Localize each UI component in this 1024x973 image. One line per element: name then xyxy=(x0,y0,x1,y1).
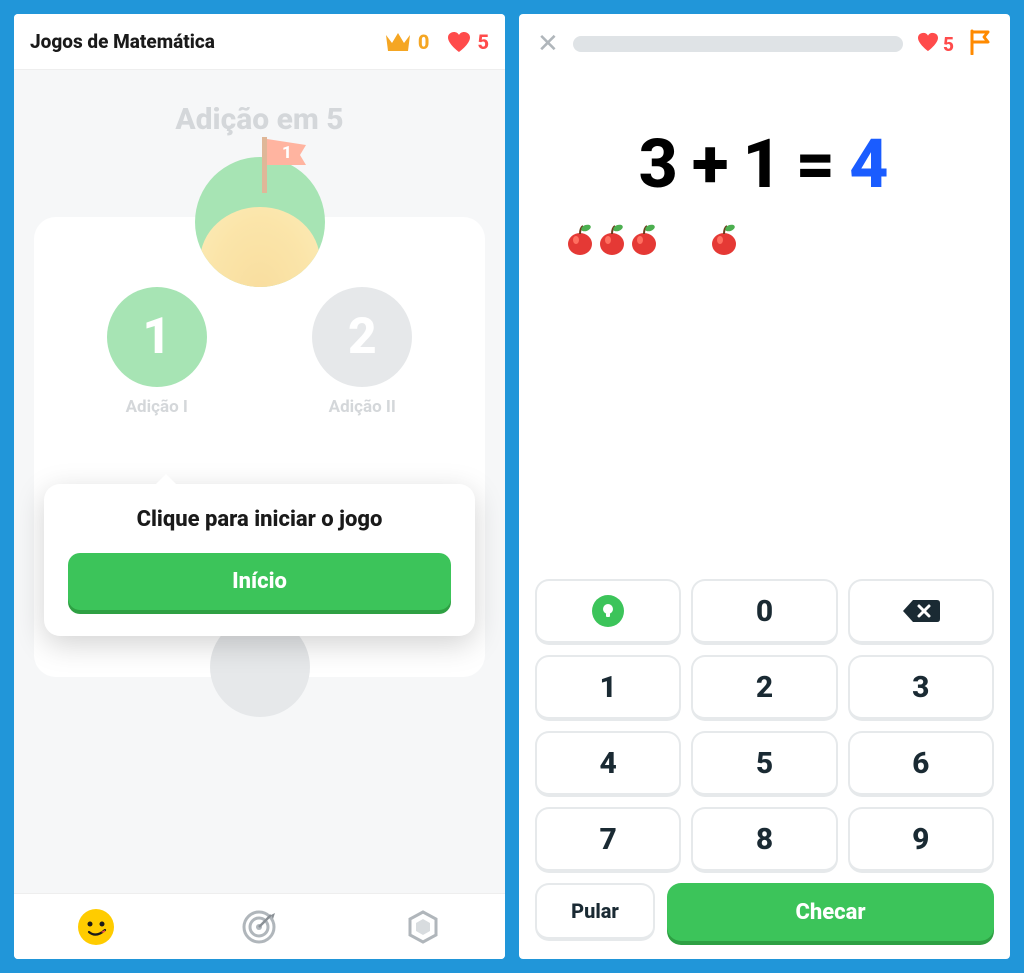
start-popover: Clique para iniciar o jogo Início xyxy=(44,484,475,636)
operand-b: 1 xyxy=(743,124,784,204)
levels-row-1: 1 Adição I 2 Adição II xyxy=(34,287,485,417)
backspace-button[interactable] xyxy=(848,579,994,645)
close-icon[interactable]: ✕ xyxy=(537,29,559,59)
key-6[interactable]: 6 xyxy=(848,731,994,797)
flag-number: 1 xyxy=(282,143,292,163)
home-screen: Jogos de Matemática 0 5 Adição em 5 1 xyxy=(14,14,505,959)
heart-icon xyxy=(447,31,471,53)
report-flag-icon[interactable] xyxy=(968,29,992,59)
equals: = xyxy=(796,124,837,204)
app-title: Jogos de Matemática xyxy=(30,30,215,53)
key-5[interactable]: 5 xyxy=(691,731,837,797)
level-number: 1 xyxy=(107,287,207,387)
home-body: Adição em 5 1 1 Adição I 2 xyxy=(14,70,505,893)
crown-count: 0 xyxy=(418,30,430,54)
crown-icon xyxy=(384,31,412,53)
flag-icon: 1 xyxy=(254,137,314,197)
apple-icon xyxy=(565,222,595,256)
heart-count: 5 xyxy=(943,33,954,56)
apple-icon xyxy=(597,222,627,256)
level-number: 2 xyxy=(312,287,412,387)
tab-settings[interactable] xyxy=(403,907,443,947)
key-8[interactable]: 8 xyxy=(691,807,837,873)
key-1[interactable]: 1 xyxy=(535,655,681,721)
operand-a: 3 xyxy=(639,124,680,204)
progress-bar xyxy=(573,36,903,52)
apple-visual xyxy=(545,222,984,256)
start-button[interactable]: Início xyxy=(68,553,451,610)
answer: 4 xyxy=(849,124,890,204)
tab-bar xyxy=(14,893,505,959)
key-9[interactable]: 9 xyxy=(848,807,994,873)
tab-goals[interactable] xyxy=(239,907,279,947)
hint-button[interactable] xyxy=(535,579,681,645)
question-screen: ✕ 5 3 + 1 = 4 xyxy=(519,14,1010,959)
equation: 3 + 1 = 4 xyxy=(545,124,984,204)
apple-group-a xyxy=(565,222,659,256)
heart-count: 5 xyxy=(477,30,489,54)
header-stats: 0 5 xyxy=(384,30,489,54)
apple-group-b xyxy=(709,222,739,256)
key-7[interactable]: 7 xyxy=(535,807,681,873)
skip-button[interactable]: Pular xyxy=(535,883,655,941)
key-2[interactable]: 2 xyxy=(691,655,837,721)
level-label: Adição II xyxy=(312,397,412,417)
key-4[interactable]: 4 xyxy=(535,731,681,797)
lightbulb-icon xyxy=(592,595,624,627)
key-3[interactable]: 3 xyxy=(848,655,994,721)
home-header: Jogos de Matemática 0 5 xyxy=(14,14,505,70)
level-1[interactable]: 1 Adição I xyxy=(107,287,207,417)
apple-icon xyxy=(709,222,739,256)
keypad: 0 1 2 3 4 5 6 7 8 9 Pular Checar xyxy=(519,565,1010,959)
hearts: 5 xyxy=(917,32,954,56)
apple-icon xyxy=(629,222,659,256)
popover-text: Clique para iniciar o jogo xyxy=(68,506,451,535)
heart-icon xyxy=(917,32,939,56)
key-0[interactable]: 0 xyxy=(691,579,837,645)
tab-home[interactable] xyxy=(76,907,116,947)
level-label: Adição I xyxy=(107,397,207,417)
check-button[interactable]: Checar xyxy=(667,883,994,941)
section-badge: 1 xyxy=(14,157,505,267)
question-body: 3 + 1 = 4 xyxy=(519,74,1010,565)
question-header: ✕ 5 xyxy=(519,14,1010,74)
operator: + xyxy=(692,124,731,204)
level-2[interactable]: 2 Adição II xyxy=(312,287,412,417)
